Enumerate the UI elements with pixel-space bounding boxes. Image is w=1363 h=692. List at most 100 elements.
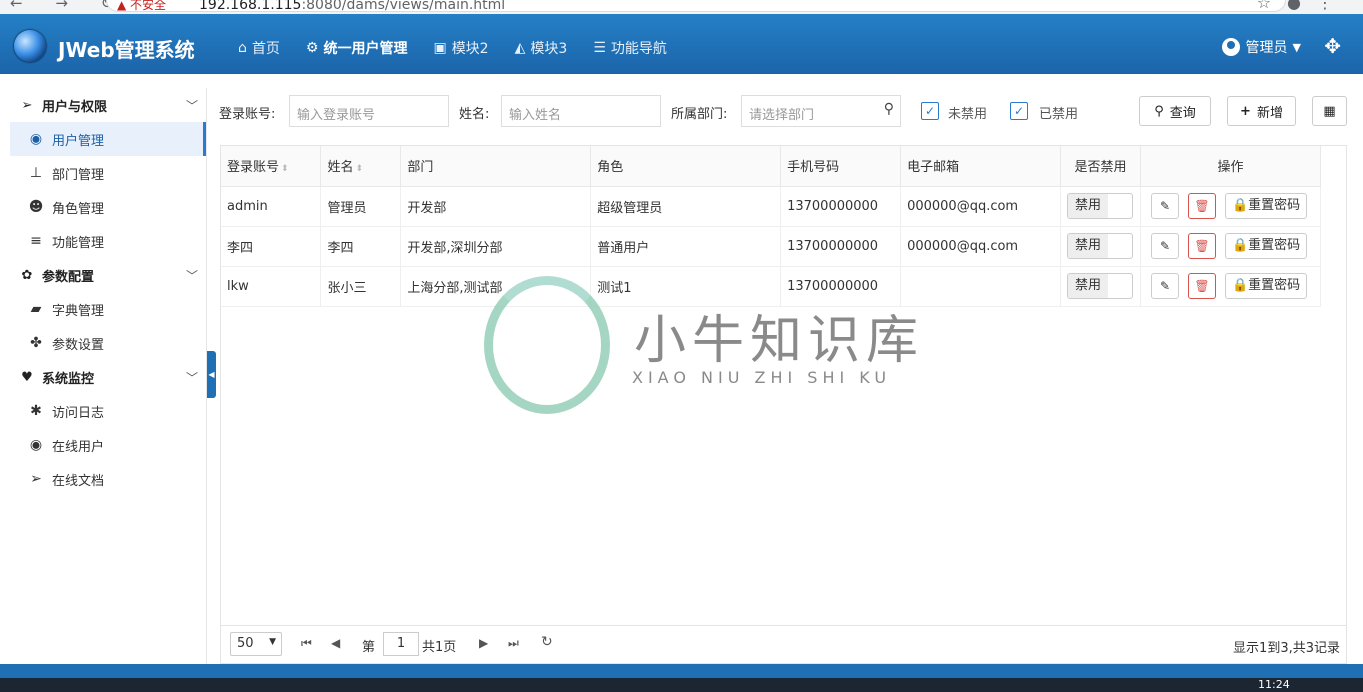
cell-dept: 上海分部,测试部 [400, 266, 592, 307]
reset-password-label: 重置密码 [1248, 238, 1301, 253]
reset-password-button[interactable]: 🔒重置密码 [1224, 273, 1308, 299]
next-page-icon[interactable]: ▶ [479, 636, 488, 650]
col-name[interactable]: 姓名 ⬍ [320, 146, 402, 187]
dept-label: 所属部门: [671, 107, 728, 122]
toggle-label: 禁用 [1068, 274, 1108, 298]
app-header: JWeb管理系统 ⌂ 首页 ⚙ 统一用户管理 ▣ 模块2 ◭ 模块3 ☰ 功能导航 管理员… [0, 14, 1363, 74]
plus-icon: + [1240, 103, 1251, 119]
add-button[interactable]: + 新增 [1227, 96, 1296, 126]
not-disabled-label: 未禁用 [948, 107, 988, 122]
cell-actions: ✎ 🗑 🔒重置密码 [1140, 186, 1322, 227]
sidebar-item-user-management[interactable]: ◉ 用户管理 [10, 122, 206, 156]
sort-icon: ⬍ [281, 164, 289, 175]
disable-toggle[interactable]: 禁用 [1067, 193, 1133, 219]
sidebar: ➢ 用户与权限 ﹀ ◉ 用户管理 ⊥ 部门管理 ☻ 角色管理 ≡ 功能管理 ✿ 参数配置 ﹀ ▰… [10, 88, 207, 664]
lock-icon: 🔒 [1231, 278, 1249, 293]
sidebar-item-label: 角色管理 [52, 201, 105, 217]
browser-right-icons[interactable]: ☆●⋮ [1257, 0, 1349, 12]
nav-function-guide[interactable]: ☰ 功能导航 [593, 38, 667, 58]
page-number-input[interactable]: 1 [383, 632, 419, 656]
sidebar-item-label: 功能管理 [52, 235, 105, 251]
prev-page-icon[interactable]: ◀ [331, 636, 340, 650]
gear-icon: ⚙ [305, 40, 319, 56]
users-icon: ☻ [28, 199, 44, 215]
page-size-select[interactable]: 50 ▼ [230, 632, 282, 656]
account-input[interactable]: 输入登录账号 [289, 95, 449, 127]
cell-actions: ✎ 🗑 🔒重置密码 [1140, 226, 1322, 267]
col-disabled: 是否禁用 [1060, 146, 1141, 187]
sidebar-item-dictionary[interactable]: ▰ 字典管理 [10, 292, 206, 326]
url-text[interactable]: 192.168.1.115:8080/dams/views/main.html [199, 0, 505, 13]
chevron-down-icon: ﹀ [185, 99, 198, 113]
dept-placeholder: 请选择部门 [749, 108, 815, 123]
delete-icon[interactable]: 🗑 [1187, 273, 1216, 299]
url-host: 192.168.1.115 [199, 0, 302, 13]
sidebar-item-access-log[interactable]: ✱ 访问日志 [10, 394, 206, 428]
not-disabled-checkbox[interactable]: ✓ [921, 102, 939, 120]
cell-account: admin [221, 186, 322, 227]
disable-toggle[interactable]: 禁用 [1067, 233, 1133, 259]
col-actions: 操作 [1140, 146, 1322, 187]
sidebar-item-parameter-settings[interactable]: ✤ 参数设置 [10, 326, 206, 360]
edit-icon[interactable]: ✎ [1150, 193, 1179, 219]
main-content: 登录账号: 输入登录账号 姓名: 输入姓名 所属部门: 请选择部门 ⚲ ✓ 未禁用… [212, 88, 1355, 664]
page-size-value: 50 [237, 636, 254, 651]
logo-globe-icon [14, 30, 46, 62]
nav-label: 首页 [251, 41, 280, 57]
security-label: 不安全 [130, 0, 167, 12]
name-input[interactable]: 输入姓名 [501, 95, 661, 127]
first-page-icon[interactable]: ⏮ [301, 636, 312, 651]
reset-password-button[interactable]: 🔒重置密码 [1224, 233, 1308, 259]
user-circle-icon: ◉ [29, 437, 43, 453]
record-info: 显示1到3,共3记录 [1233, 641, 1340, 656]
home-icon: ⌂ [238, 40, 247, 56]
disabled-checkbox[interactable]: ✓ [1010, 102, 1028, 120]
sidebar-item-role-management[interactable]: ☻ 角色管理 [10, 190, 206, 224]
last-page-icon[interactable]: ⏭ [508, 636, 519, 651]
nav-home[interactable]: ⌂ 首页 [238, 38, 280, 58]
sidebar-item-function-management[interactable]: ≡ 功能管理 [10, 224, 206, 258]
top-nav: ⌂ 首页 ⚙ 统一用户管理 ▣ 模块2 ◭ 模块3 ☰ 功能导航 [238, 38, 693, 58]
add-label: 新增 [1256, 105, 1283, 121]
taskbar-clock: 11:24 [1258, 678, 1290, 691]
cell-dept: 开发部 [400, 186, 592, 227]
user-menu[interactable]: 管理员 ▼ [1221, 37, 1301, 57]
col-account[interactable]: 登录账号 ⬍ [221, 146, 322, 187]
caret-down-icon: ▼ [269, 637, 276, 647]
delete-icon[interactable]: 🗑 [1187, 193, 1216, 219]
nav-user-management[interactable]: ⚙ 统一用户管理 [306, 38, 408, 58]
refresh-icon[interactable]: ↻ [541, 634, 553, 650]
sidebar-group-monitoring[interactable]: ♥ 系统监控 ﹀ [10, 360, 206, 394]
list-icon: ☰ [593, 40, 606, 56]
grid-view-button[interactable]: ▦ [1312, 96, 1347, 126]
bug-icon: ✱ [30, 403, 42, 419]
col-label: 姓名 [327, 160, 354, 176]
nav-label: 模块2 [451, 41, 489, 57]
disable-toggle[interactable]: 禁用 [1067, 273, 1133, 299]
warning-icon: ▲ 不安全 [117, 0, 167, 12]
dept-select[interactable]: 请选择部门 ⚲ [741, 95, 901, 127]
book-icon: ▰ [30, 301, 42, 317]
sidebar-item-department-management[interactable]: ⊥ 部门管理 [10, 156, 206, 190]
move-arrows-icon[interactable]: ✥ [1324, 34, 1341, 58]
delete-icon[interactable]: 🗑 [1187, 233, 1216, 259]
address-bar[interactable]: ▲ 不安全 192.168.1.115:8080/dams/views/main… [106, 0, 1286, 13]
bars-icon: ≡ [30, 233, 42, 249]
cell-role: 测试1 [590, 266, 782, 307]
group-label: 参数配置 [42, 269, 95, 285]
query-button[interactable]: ⚲ 查询 [1139, 96, 1211, 126]
cell-email: 000000@qq.com [900, 226, 1061, 267]
account-label: 登录账号: [219, 107, 276, 122]
sidebar-item-online-docs[interactable]: ➢ 在线文档 [10, 462, 206, 496]
sidebar-item-label: 部门管理 [52, 167, 105, 183]
user-name: 管理员 [1245, 40, 1288, 56]
nav-module3[interactable]: ◭ 模块3 [515, 38, 568, 58]
sidebar-item-online-users[interactable]: ◉ 在线用户 [10, 428, 206, 462]
sidebar-group-user-permissions[interactable]: ➢ 用户与权限 ﹀ [10, 88, 206, 122]
sidebar-group-parameters[interactable]: ✿ 参数配置 ﹀ [10, 258, 206, 292]
disabled-label: 已禁用 [1039, 107, 1079, 122]
edit-icon[interactable]: ✎ [1150, 233, 1179, 259]
nav-module2[interactable]: ▣ 模块2 [433, 38, 488, 58]
reset-password-button[interactable]: 🔒重置密码 [1224, 193, 1308, 219]
edit-icon[interactable]: ✎ [1150, 273, 1179, 299]
